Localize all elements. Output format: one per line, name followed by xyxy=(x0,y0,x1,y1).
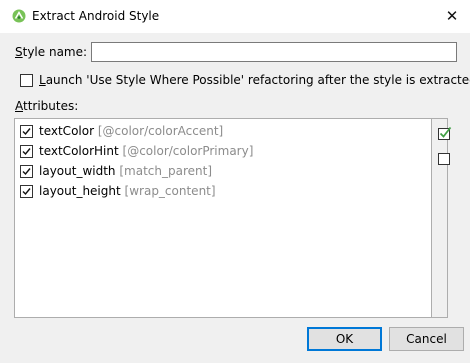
attribute-value: [@color/colorAccent] xyxy=(97,124,224,138)
close-button[interactable]: ✕ xyxy=(440,4,464,28)
attribute-checkbox[interactable] xyxy=(20,165,33,178)
style-name-label-mnemonic: S xyxy=(15,45,23,59)
title-bar: Extract Android Style ✕ xyxy=(0,0,470,33)
attribute-value: [wrap_content] xyxy=(124,184,216,198)
refactor-option-mnemonic: L xyxy=(39,73,46,87)
attribute-checkbox[interactable] xyxy=(20,185,33,198)
attribute-name: textColor xyxy=(39,124,95,138)
cancel-button[interactable]: Cancel xyxy=(389,327,464,351)
refactor-checkbox[interactable] xyxy=(20,74,33,87)
select-all-button[interactable] xyxy=(437,126,452,141)
close-icon: ✕ xyxy=(445,7,459,25)
refactor-option-label[interactable]: Launch 'Use Style Where Possible' refact… xyxy=(39,73,470,87)
attribute-label: textColorHint [@color/colorPrimary] xyxy=(39,144,253,158)
attribute-label: layout_width [match_parent] xyxy=(39,164,212,178)
checkmark-icon xyxy=(22,148,31,156)
style-name-input[interactable] xyxy=(91,42,457,62)
attribute-name: textColorHint xyxy=(39,144,119,158)
attribute-row-layout-height[interactable]: layout_height [wrap_content] xyxy=(17,181,417,201)
style-name-label: Style name: xyxy=(15,45,87,59)
attribute-name: layout_width xyxy=(39,164,116,178)
ok-button[interactable]: OK xyxy=(307,327,382,351)
checkmark-icon xyxy=(22,128,31,136)
attribute-row-textcolorhint[interactable]: textColorHint [@color/colorPrimary] xyxy=(17,141,417,161)
attribute-checkbox[interactable] xyxy=(20,125,33,138)
attributes-label-mnemonic: A xyxy=(15,99,23,113)
android-studio-icon xyxy=(12,9,26,23)
attribute-row-layout-width[interactable]: layout_width [match_parent] xyxy=(17,161,417,181)
attribute-value: [match_parent] xyxy=(119,164,213,178)
checkmark-icon xyxy=(22,168,31,176)
attribute-label: textColor [@color/colorAccent] xyxy=(39,124,223,138)
attribute-value: [@color/colorPrimary] xyxy=(122,144,254,158)
unselect-all-icon xyxy=(438,153,450,165)
attributes-label: Attributes: xyxy=(15,99,78,113)
checkmark-icon xyxy=(22,188,31,196)
unselect-all-button[interactable] xyxy=(437,152,452,167)
attribute-label: layout_height [wrap_content] xyxy=(39,184,216,198)
attribute-name: layout_height xyxy=(39,184,121,198)
attribute-checkbox[interactable] xyxy=(20,145,33,158)
style-name-label-text: tyle name: xyxy=(22,45,88,59)
attributes-list[interactable]: textColor [@color/colorAccent] textColor… xyxy=(14,118,431,318)
attributes-label-text: ttributes: xyxy=(23,99,79,113)
window-title: Extract Android Style xyxy=(32,9,160,23)
select-all-icon xyxy=(438,126,452,140)
attributes-scrollbar[interactable] xyxy=(431,118,448,318)
refactor-option-text: aunch 'Use Style Where Possible' refacto… xyxy=(45,73,470,87)
attribute-row-textcolor[interactable]: textColor [@color/colorAccent] xyxy=(17,121,417,141)
